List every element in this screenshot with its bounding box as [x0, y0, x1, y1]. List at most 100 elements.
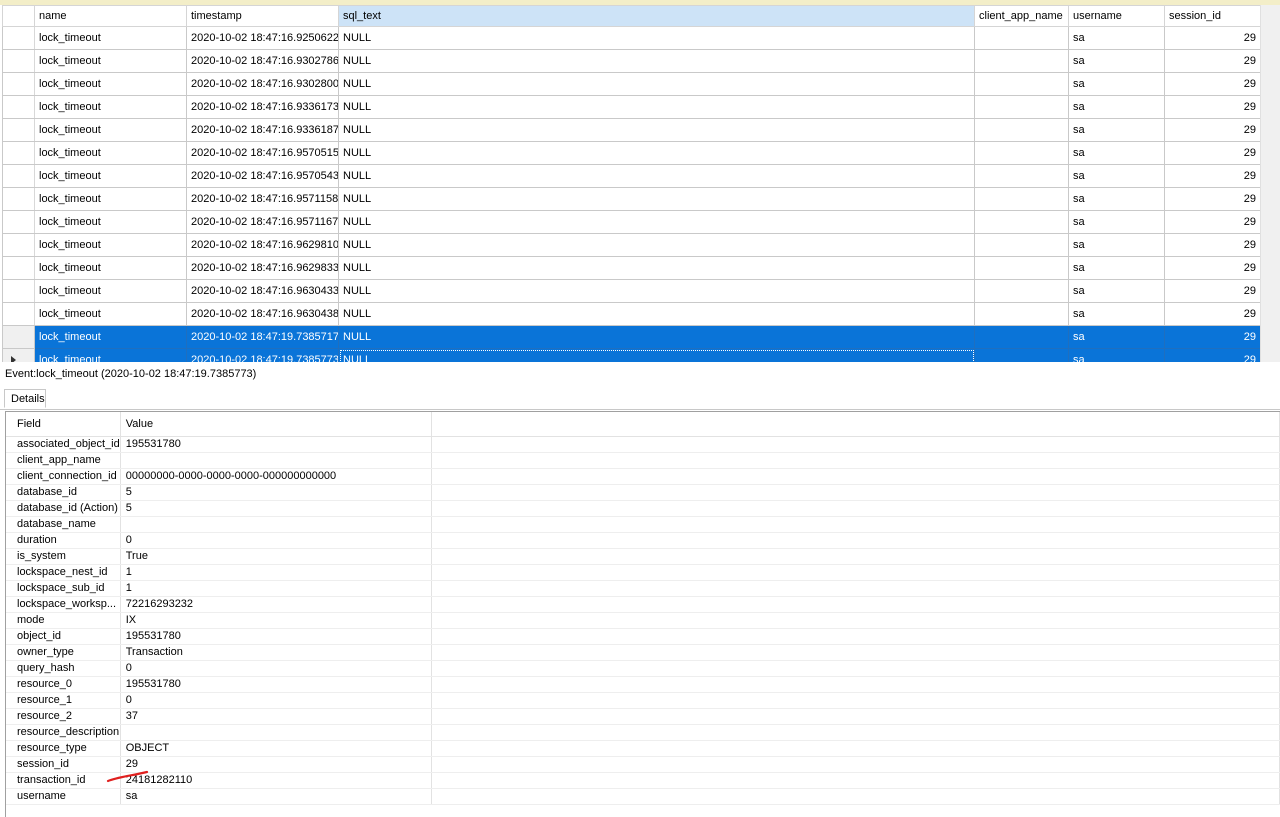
cell-timestamp[interactable]: 2020-10-02 18:47:16.9570515 [186, 141, 339, 165]
cell-sql-text[interactable]: NULL [338, 187, 975, 211]
cell-name[interactable]: lock_timeout [34, 302, 187, 326]
cell-username[interactable]: sa [1068, 279, 1165, 303]
cell-session-id[interactable]: 29 [1164, 210, 1261, 234]
cell-username[interactable]: sa [1068, 302, 1165, 326]
tab-details[interactable]: Details [4, 389, 46, 408]
event-row[interactable]: lock_timeout 2020-10-02 18:47:16.9630433 N… [2, 279, 1261, 303]
row-selector[interactable] [2, 279, 35, 303]
cell-sql-text[interactable]: NULL [338, 118, 975, 142]
cell-username[interactable]: sa [1068, 210, 1165, 234]
row-selector[interactable] [2, 302, 35, 326]
cell-timestamp[interactable]: 2020-10-02 18:47:16.9302786 [186, 49, 339, 73]
cell-client-app-name[interactable] [974, 348, 1069, 362]
cell-name[interactable]: lock_timeout [34, 26, 187, 50]
cell-sql-text[interactable]: NULL [338, 49, 975, 73]
cell-sql-text[interactable]: NULL [338, 302, 975, 326]
cell-session-id[interactable]: 29 [1164, 233, 1261, 257]
event-row[interactable]: lock_timeout 2020-10-02 18:47:16.9336173 N… [2, 95, 1261, 119]
cell-timestamp[interactable]: 2020-10-02 18:47:16.9570543 [186, 164, 339, 188]
details-row[interactable]: owner_type Transaction [6, 644, 1280, 661]
row-selector-header[interactable] [2, 5, 35, 27]
row-selector[interactable] [2, 256, 35, 280]
cell-sql-text[interactable]: NULL [338, 72, 975, 96]
details-row[interactable]: database_id 5 [6, 484, 1280, 501]
column-header-client-app-name[interactable]: client_app_name [974, 5, 1069, 27]
cell-username[interactable]: sa [1068, 164, 1165, 188]
details-row[interactable]: resource_0 195531780 [6, 676, 1280, 693]
column-header-session-id[interactable]: session_id [1164, 5, 1261, 27]
row-selector[interactable] [2, 141, 35, 165]
cell-timestamp[interactable]: 2020-10-02 18:47:16.9571158 [186, 187, 339, 211]
cell-session-id[interactable]: 29 [1164, 95, 1261, 119]
row-selector[interactable] [2, 26, 35, 50]
event-row[interactable]: lock_timeout 2020-10-02 18:47:16.9629833 N… [2, 256, 1261, 280]
event-row[interactable]: lock_timeout 2020-10-02 18:47:16.9571158 N… [2, 187, 1261, 211]
cell-username[interactable]: sa [1068, 118, 1165, 142]
details-row[interactable]: resource_1 0 [6, 692, 1280, 709]
details-row[interactable]: database_id (Action) 5 [6, 500, 1280, 517]
cell-client-app-name[interactable] [974, 164, 1069, 188]
cell-username[interactable]: sa [1068, 187, 1165, 211]
cell-timestamp[interactable]: 2020-10-02 18:47:19.7385773 [186, 348, 339, 362]
cell-client-app-name[interactable] [974, 95, 1069, 119]
details-row[interactable]: is_system True [6, 548, 1280, 565]
cell-username[interactable]: sa [1068, 141, 1165, 165]
row-selector[interactable] [2, 233, 35, 257]
event-row[interactable]: lock_timeout 2020-10-02 18:47:16.9570515 N… [2, 141, 1261, 165]
cell-sql-text[interactable]: NULL [338, 256, 975, 280]
cell-client-app-name[interactable] [974, 118, 1069, 142]
cell-username[interactable]: sa [1068, 233, 1165, 257]
cell-client-app-name[interactable] [974, 187, 1069, 211]
details-row[interactable]: lockspace_sub_id 1 [6, 580, 1280, 597]
cell-name[interactable]: lock_timeout [34, 164, 187, 188]
details-row[interactable]: username sa [6, 788, 1280, 805]
cell-timestamp[interactable]: 2020-10-02 18:47:16.9629833 [186, 256, 339, 280]
row-selector[interactable] [2, 95, 35, 119]
details-row[interactable]: client_app_name [6, 452, 1280, 469]
cell-name[interactable]: lock_timeout [34, 348, 187, 362]
event-row[interactable]: lock_timeout 2020-10-02 18:47:19.7385773 N… [2, 348, 1261, 362]
cell-name[interactable]: lock_timeout [34, 187, 187, 211]
event-row[interactable]: lock_timeout 2020-10-02 18:47:16.9250622 N… [2, 26, 1261, 50]
details-row[interactable]: lockspace_nest_id 1 [6, 564, 1280, 581]
details-header-field[interactable]: Field [6, 412, 121, 437]
details-row[interactable]: database_name [6, 516, 1280, 533]
column-header-username[interactable]: username [1068, 5, 1165, 27]
cell-username[interactable]: sa [1068, 95, 1165, 119]
cell-username[interactable]: sa [1068, 348, 1165, 362]
cell-client-app-name[interactable] [974, 26, 1069, 50]
row-selector[interactable] [2, 210, 35, 234]
cell-timestamp[interactable]: 2020-10-02 18:47:16.9336173 [186, 95, 339, 119]
events-grid[interactable]: name timestamp sql_text client_app_name … [0, 0, 1280, 362]
cell-sql-text[interactable]: NULL [338, 325, 975, 349]
column-header-sql-text[interactable]: sql_text [338, 5, 975, 27]
details-row[interactable]: object_id 195531780 [6, 628, 1280, 645]
cell-name[interactable]: lock_timeout [34, 95, 187, 119]
cell-timestamp[interactable]: 2020-10-02 18:47:16.9629810 [186, 233, 339, 257]
row-selector[interactable] [2, 325, 35, 349]
row-selector[interactable] [2, 49, 35, 73]
event-row[interactable]: lock_timeout 2020-10-02 18:47:16.9302786 N… [2, 49, 1261, 73]
details-row[interactable]: resource_type OBJECT [6, 740, 1280, 757]
cell-session-id[interactable]: 29 [1164, 302, 1261, 326]
cell-session-id[interactable]: 29 [1164, 118, 1261, 142]
cell-session-id[interactable]: 29 [1164, 49, 1261, 73]
cell-client-app-name[interactable] [974, 141, 1069, 165]
cell-sql-text[interactable]: NULL [338, 26, 975, 50]
cell-client-app-name[interactable] [974, 302, 1069, 326]
cell-name[interactable]: lock_timeout [34, 49, 187, 73]
cell-session-id[interactable]: 29 [1164, 26, 1261, 50]
cell-client-app-name[interactable] [974, 256, 1069, 280]
cell-session-id[interactable]: 29 [1164, 256, 1261, 280]
cell-sql-text[interactable]: NULL [338, 141, 975, 165]
cell-username[interactable]: sa [1068, 49, 1165, 73]
details-row[interactable]: mode IX [6, 612, 1280, 629]
cell-name[interactable]: lock_timeout [34, 279, 187, 303]
column-header-name[interactable]: name [34, 5, 187, 27]
cell-client-app-name[interactable] [974, 72, 1069, 96]
cell-name[interactable]: lock_timeout [34, 325, 187, 349]
cell-name[interactable]: lock_timeout [34, 210, 187, 234]
cell-name[interactable]: lock_timeout [34, 141, 187, 165]
cell-sql-text[interactable]: NULL [338, 348, 975, 362]
cell-sql-text[interactable]: NULL [338, 279, 975, 303]
